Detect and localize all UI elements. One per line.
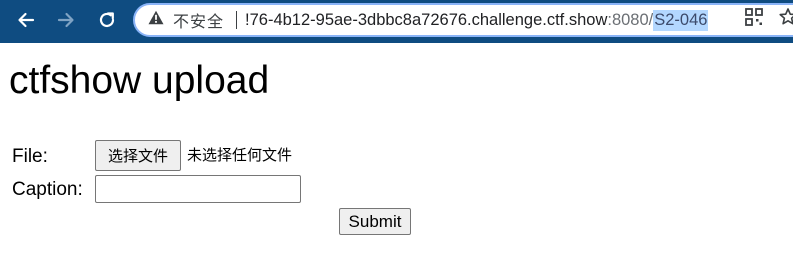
url-text[interactable]: !76-4b12-95ae-3dbbc8a72676.challenge.ctf… (245, 9, 709, 31)
caption-input[interactable] (95, 175, 301, 203)
address-bar[interactable]: 不安全 !76-4b12-95ae-3dbbc8a72676.challenge… (133, 3, 793, 37)
page-title: ctfshow upload (9, 59, 270, 102)
security-label: 不安全 (173, 14, 225, 31)
back-button[interactable] (11, 6, 41, 34)
url-port: :8080/ (607, 10, 654, 29)
forward-arrow-icon (56, 10, 76, 30)
caption-label: Caption: (12, 179, 83, 200)
file-status-text: 未选择任何文件 (187, 146, 293, 164)
forward-button[interactable] (51, 6, 81, 34)
url-path-selected: S2-046 (653, 9, 709, 31)
star-icon (778, 7, 793, 32)
browser-toolbar: 不安全 !76-4b12-95ae-3dbbc8a72676.challenge… (0, 0, 793, 43)
reload-icon (97, 10, 117, 30)
separator (236, 11, 238, 29)
url-host: !76-4b12-95ae-3dbbc8a72676.challenge.ctf… (245, 10, 608, 29)
submit-button[interactable]: Submit (339, 208, 411, 235)
reload-button[interactable] (92, 6, 122, 34)
file-label: File: (12, 146, 48, 167)
bookmark-button[interactable] (775, 6, 793, 32)
site-info-chip[interactable]: 不安全 (135, 5, 228, 35)
warning-icon (148, 10, 164, 30)
back-arrow-icon (16, 10, 36, 30)
choose-file-button[interactable]: 选择文件 (95, 140, 181, 171)
qr-code-button[interactable] (741, 6, 767, 32)
qr-code-icon (744, 7, 764, 32)
